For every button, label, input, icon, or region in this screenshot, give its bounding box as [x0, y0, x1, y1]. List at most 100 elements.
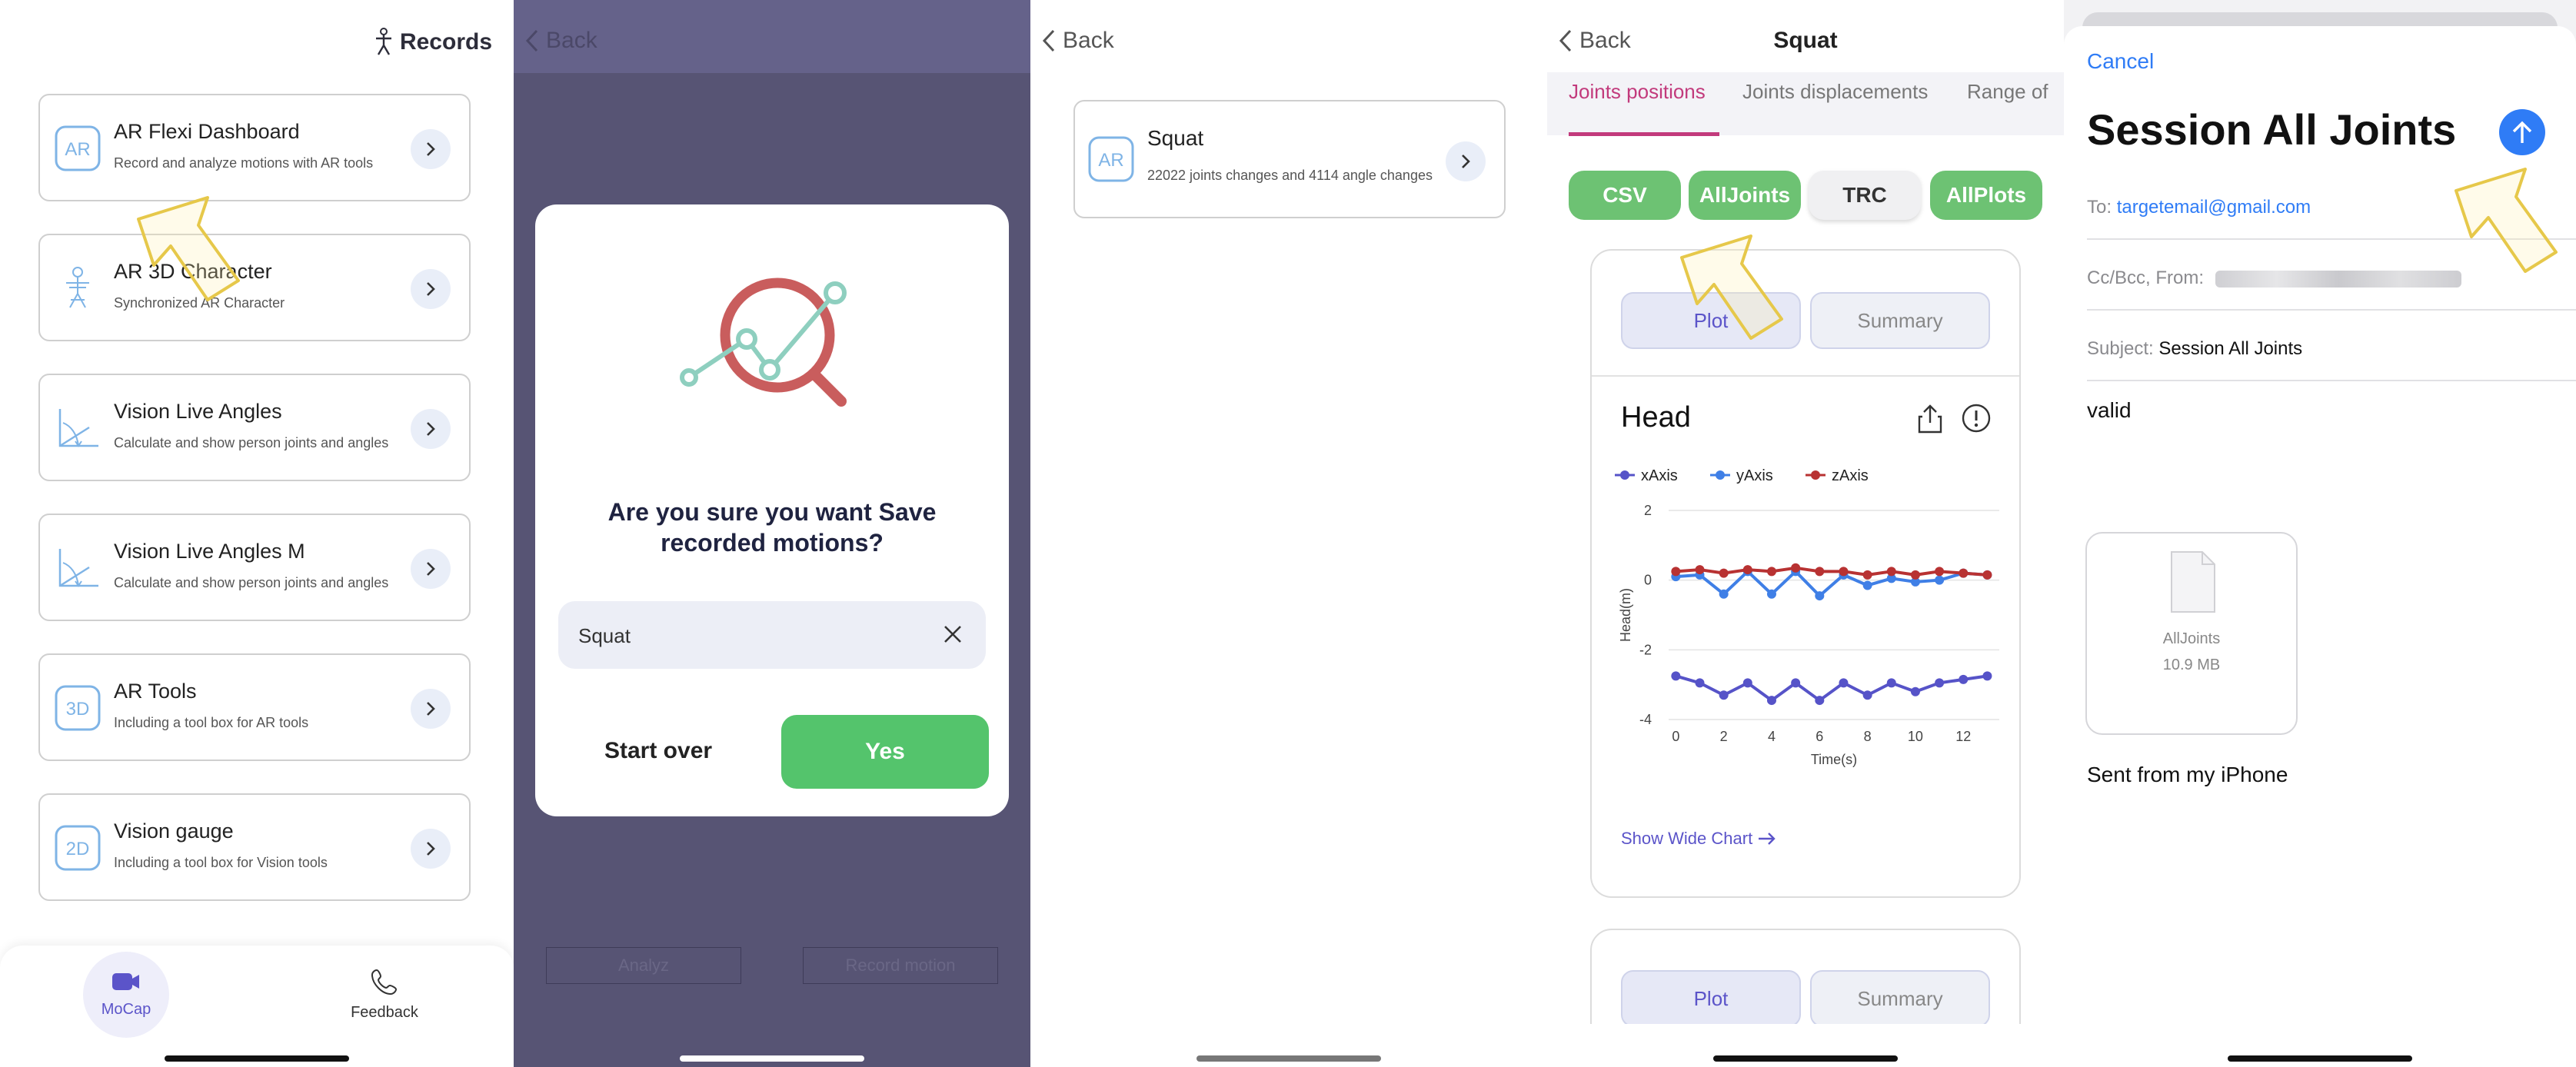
arrow-right-icon: [1759, 833, 1776, 845]
data-point-yAxis: [1935, 575, 1945, 585]
plot-tab[interactable]: Plot: [1621, 970, 1801, 1027]
feature-card-title: Vision gauge: [114, 819, 234, 843]
chevron-left-icon: [1042, 29, 1055, 52]
record-item-squat[interactable]: AR Squat 22022 joints changes and 4114 a…: [1073, 100, 1506, 218]
feature-card-title: Vision Live Angles M: [114, 540, 305, 563]
y-tick-label: -4: [1639, 712, 1652, 727]
home-indicator: [2228, 1055, 2412, 1062]
arrow-up-icon: [2512, 121, 2532, 143]
clear-icon[interactable]: [943, 624, 963, 644]
legend-label: yAxis: [1736, 467, 1773, 484]
feature-card-title: AR 3D Character: [114, 260, 272, 283]
feature-card[interactable]: Vision Live Angles Calculate and show per…: [38, 374, 471, 481]
x-tick-label: 2: [1720, 729, 1728, 744]
share-icon[interactable]: [1915, 403, 1945, 435]
show-wide-chart-link[interactable]: Show Wide Chart: [1621, 829, 1777, 849]
data-point-zAxis: [1959, 568, 1969, 578]
feature-card[interactable]: 2D Vision gauge Including a tool box for V…: [38, 793, 471, 901]
data-point-xAxis: [1982, 671, 1992, 681]
feature-card[interactable]: 3D AR Tools Including a tool box for AR to…: [38, 653, 471, 761]
data-point-xAxis: [1959, 674, 1969, 684]
chevron-right-icon: [427, 562, 435, 576]
feature-card[interactable]: Vision Live Angles M Calculate and show p…: [38, 514, 471, 621]
back-button[interactable]: Back: [1041, 28, 1114, 54]
data-point-zAxis: [1719, 568, 1729, 578]
confirm-dialog: Are you sure you want Save recorded moti…: [535, 204, 1009, 816]
home-indicator: [165, 1055, 349, 1062]
data-point-xAxis: [1695, 678, 1705, 688]
divider: [1592, 375, 2019, 377]
data-point-zAxis: [1886, 567, 1896, 577]
tab-joints-displacements[interactable]: Joints displacements: [1742, 80, 1928, 104]
chevron-right-button[interactable]: [411, 549, 451, 589]
tab-joints-positions[interactable]: Joints positions: [1569, 80, 1706, 104]
records-screen: Records AR AR Flexi Dashboard Record and a…: [0, 0, 514, 1067]
data-point-zAxis: [1791, 563, 1801, 573]
data-point-zAxis: [1910, 570, 1920, 580]
summary-tab[interactable]: Summary: [1810, 292, 1990, 349]
attachment-name: AllJoints: [2162, 630, 2221, 647]
data-point-zAxis: [1862, 570, 1872, 580]
subject-label: Subject:: [2087, 338, 2154, 359]
tab-mocap[interactable]: MoCap: [83, 970, 169, 1019]
chevron-right-button[interactable]: [411, 129, 451, 169]
back-button[interactable]: Back: [524, 28, 597, 54]
feature-card[interactable]: AR 3D Character Synchronized AR Character: [38, 234, 471, 341]
line-chart: xAxis yAxis zAxis 2 0 -2 -4 0 2 4 6 8 10 12 Time(s) Hea…: [1615, 467, 1999, 767]
data-point-xAxis: [1742, 678, 1752, 688]
y-axis-label: Head(m): [1618, 588, 1633, 642]
record-motion-button[interactable]: Record motion: [803, 947, 998, 984]
show-wide-chart-label: Show Wide Chart: [1621, 829, 1753, 848]
record-description: 22022 joints changes and 4114 angle chan…: [1147, 168, 1433, 183]
feature-card-description: Including a tool box for AR tools: [114, 715, 309, 730]
chevron-right-button[interactable]: [411, 269, 451, 309]
alljoints-button[interactable]: AllJoints: [1689, 171, 1801, 220]
data-point-xAxis: [1935, 678, 1945, 688]
attachment[interactable]: AllJoints 10.9 MB: [2085, 532, 2298, 735]
3d-badge-icon: 3D: [54, 684, 102, 732]
chevron-right-button[interactable]: [411, 409, 451, 449]
trc-button[interactable]: TRC: [1809, 171, 1921, 220]
recording-name-input[interactable]: Squat: [558, 601, 986, 669]
chevron-right-button[interactable]: [411, 829, 451, 869]
data-point-zAxis: [1766, 567, 1776, 577]
chevron-right-icon: [427, 282, 435, 296]
ar-badge-icon: AR: [54, 125, 102, 172]
y-tick-label: -2: [1639, 642, 1652, 657]
compose-sheet: Cancel Session All Joints To: targetemai…: [2064, 26, 2576, 1067]
csv-button[interactable]: CSV: [1569, 171, 1681, 220]
send-button[interactable]: [2499, 109, 2545, 155]
data-point-xAxis: [1791, 678, 1801, 688]
data-point-xAxis: [1719, 690, 1729, 700]
plot-tab[interactable]: Plot: [1621, 292, 1801, 349]
chevron-right-icon: [427, 142, 435, 156]
summary-tab[interactable]: Summary: [1810, 970, 1990, 1027]
cancel-button[interactable]: Cancel: [2087, 49, 2154, 74]
separator: [2087, 309, 2576, 311]
x-tick-label: 8: [1864, 729, 1872, 744]
subject-row[interactable]: Subject: Session All Joints: [2087, 338, 2302, 360]
chevron-right-button[interactable]: [411, 689, 451, 729]
file-icon: [2171, 551, 2215, 613]
tab-range-of[interactable]: Range of: [1967, 80, 2048, 104]
start-over-button[interactable]: Start over: [604, 738, 712, 764]
tab-feedback[interactable]: Feedback: [331, 967, 438, 1022]
video-camera-icon: [112, 973, 139, 990]
data-point-yAxis: [1815, 591, 1825, 601]
mail-body[interactable]: valid: [2087, 398, 2132, 423]
info-icon[interactable]: [1961, 403, 1992, 434]
feature-card[interactable]: AR AR Flexi Dashboard Record and analyze m…: [38, 94, 471, 201]
x-tick-label: 0: [1672, 729, 1679, 744]
signature: Sent from my iPhone: [2087, 763, 2288, 786]
cc-bcc-row[interactable]: Cc/Bcc, From:: [2087, 268, 2461, 289]
analyze-button[interactable]: Analyz: [546, 947, 741, 984]
allplots-button[interactable]: AllPlots: [1930, 171, 2042, 220]
yes-button[interactable]: Yes: [781, 715, 989, 789]
feature-card-title: AR Flexi Dashboard: [114, 120, 300, 143]
x-axis-label: Time(s): [1811, 752, 1857, 767]
to-row[interactable]: To: targetemail@gmail.com: [2087, 197, 2311, 218]
chevron-right-button[interactable]: [1446, 141, 1486, 181]
records-header[interactable]: Records: [372, 28, 492, 57]
feature-card-description: Record and analyze motions with AR tools: [114, 155, 374, 171]
data-point-xAxis: [1815, 696, 1825, 706]
